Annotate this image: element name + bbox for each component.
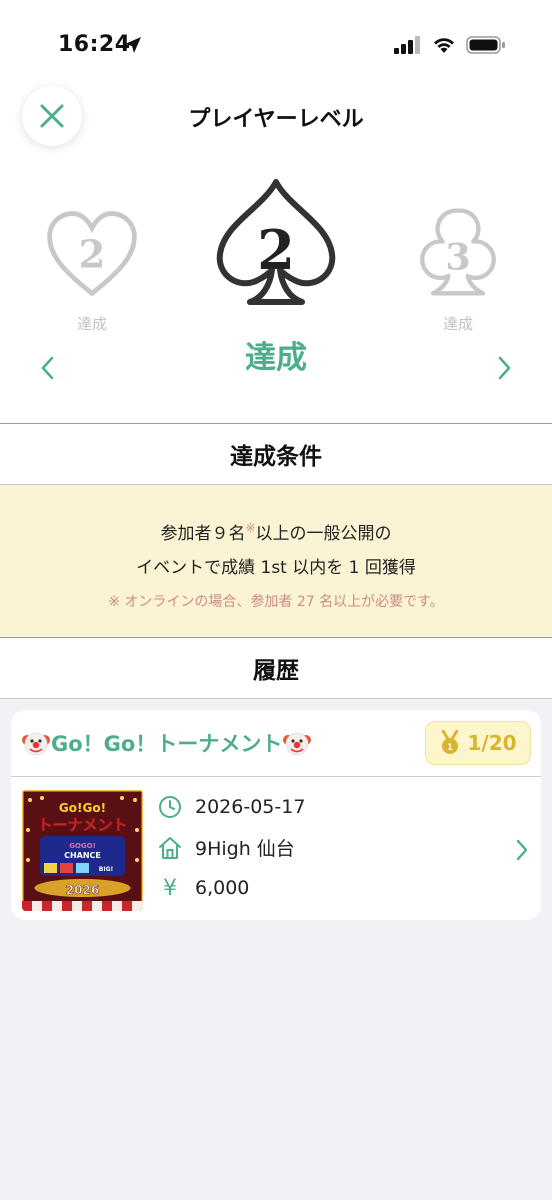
- location-arrow-icon: [125, 37, 141, 53]
- rank-text: 1/20: [467, 731, 517, 755]
- medal-icon: 1: [441, 730, 459, 754]
- status-bar: 16:24: [0, 0, 552, 90]
- clock-icon: [157, 794, 183, 820]
- page-title: プレイヤーレベル: [188, 107, 364, 132]
- thumb-gogo-text: GOGO!: [69, 842, 96, 850]
- event-title-row: Go！Go！トーナメント: [21, 728, 312, 758]
- thumb-year-text: 2026: [66, 883, 99, 897]
- history-card-header: Go！Go！トーナメント 1 1/20: [11, 710, 541, 777]
- spade-level-icon: 2: [216, 179, 336, 305]
- level-number-prev: 2: [79, 232, 106, 277]
- level-card-prev[interactable]: 2 達成: [40, 205, 144, 334]
- status-time: 16:24: [58, 32, 131, 57]
- event-thumbnail: Go!Go! トーナメント GOGO! CHANCE BIG! 2026: [22, 790, 143, 911]
- history-section-title: 履歴: [0, 637, 552, 699]
- thumb-big-text: BIG!: [99, 866, 113, 873]
- condition-line-1: 参加者９名※以上の一般公開の: [0, 519, 552, 544]
- condition-note: ※ オンラインの場合、参加者 27 名以上が必要です。: [108, 594, 444, 610]
- event-fee: 6,000: [195, 877, 250, 899]
- condition-asterisk: ※: [245, 521, 256, 535]
- thumb-chance-text: CHANCE: [64, 851, 101, 860]
- chevron-right-icon[interactable]: [514, 838, 530, 862]
- event-venue-row: 9High 仙台: [157, 834, 295, 861]
- event-venue: 9High 仙台: [195, 838, 295, 860]
- battery-icon: [466, 36, 505, 54]
- condition-line-1-after: 以上の一般公開の: [255, 524, 392, 544]
- signal-icon: [394, 36, 420, 54]
- chevron-left-icon[interactable]: [38, 355, 58, 381]
- level-status-current: 達成: [245, 340, 307, 376]
- condition-line-1-before: 参加者９名: [160, 524, 246, 544]
- level-card-next[interactable]: 3 達成: [406, 205, 510, 334]
- event-date: 2026-05-17: [195, 796, 306, 818]
- clown-icon: [22, 732, 50, 756]
- condition-section-title: 達成条件: [0, 423, 552, 485]
- thumb-top-text: Go!Go!: [59, 801, 106, 815]
- history-card[interactable]: Go！Go！トーナメント 1 1/20 Go!Go! トーナメント GOGO! …: [11, 710, 541, 920]
- event-date-row: 2026-05-17: [157, 794, 305, 820]
- thumb-main-text: トーナメント: [37, 816, 127, 834]
- svg-text:1: 1: [447, 743, 453, 753]
- condition-box: 参加者９名※以上の一般公開の イベントで成績 1st 以内を 1 回獲得 ※ オ…: [0, 485, 552, 637]
- club-level-icon: 3: [420, 208, 496, 296]
- event-title: Go！Go！トーナメント: [51, 732, 283, 756]
- rank-badge: 1 1/20: [425, 721, 531, 765]
- level-status-prev: 達成: [76, 315, 107, 333]
- chevron-right-icon[interactable]: [494, 355, 514, 381]
- wifi-icon: [434, 38, 454, 53]
- level-number-current: 2: [257, 218, 295, 282]
- yen-icon: ¥: [163, 875, 177, 901]
- condition-line-2: イベントで成績 1st 以内を 1 回獲得: [136, 558, 416, 578]
- event-fee-row: ¥ 6,000: [157, 875, 249, 901]
- level-number-next: 3: [445, 235, 470, 278]
- heart-level-icon: 2: [47, 211, 137, 297]
- level-status-next: 達成: [442, 315, 473, 333]
- level-card-current: 2 達成: [196, 176, 356, 377]
- home-icon: [157, 835, 183, 861]
- clown-icon: [283, 732, 312, 756]
